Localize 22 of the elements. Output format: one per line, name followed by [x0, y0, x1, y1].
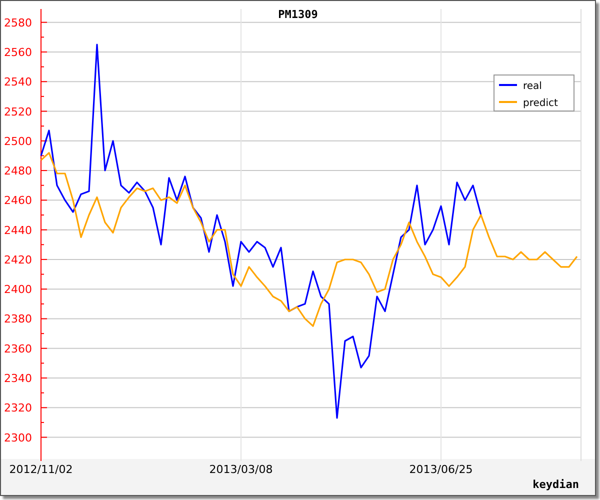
x-tick-label: 2013/03/08 [209, 463, 273, 476]
y-tick-label: 2440 [4, 224, 32, 237]
y-tick-label: 2360 [4, 342, 32, 356]
y-tick-label: 2300 [4, 431, 32, 444]
y-tick-label: 2340 [4, 372, 32, 385]
x-tick-label: 2012/11/02 [9, 463, 73, 476]
x-tick-label: 2013/06/25 [409, 463, 473, 476]
y-tick-label: 2420 [4, 253, 32, 266]
y-tick-label: 2580 [4, 16, 32, 30]
y-tick-label: 2380 [4, 312, 32, 326]
legend-label: predict [523, 98, 558, 109]
chart-title: PM1309 [278, 8, 318, 21]
y-tick-label: 2320 [4, 402, 32, 415]
legend-label: real [523, 81, 542, 92]
chart-credit: keydian [532, 478, 579, 491]
y-tick-label: 2540 [4, 76, 32, 89]
y-tick-label: 2560 [4, 46, 32, 59]
y-tick-label: 2460 [4, 194, 32, 208]
y-tick-label: 2500 [4, 134, 32, 148]
y-tick-label: 2400 [4, 283, 32, 296]
y-tick-label: 2520 [4, 105, 32, 118]
y-tick-label: 2480 [4, 164, 32, 178]
